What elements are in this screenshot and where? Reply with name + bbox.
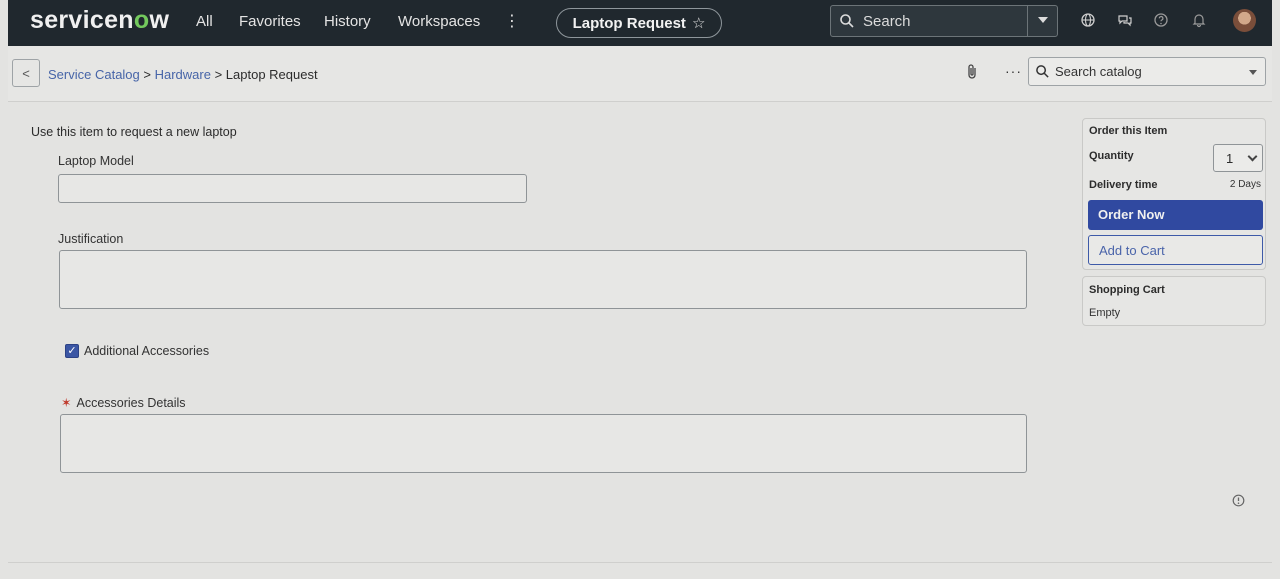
catalog-header: < Service Catalog > Hardware > Laptop Re… xyxy=(8,46,1272,102)
back-arrow-icon: < xyxy=(22,65,30,81)
accessories-details-field[interactable] xyxy=(60,414,1027,473)
delivery-time-value: 2 Days xyxy=(1229,179,1261,190)
servicenow-logo[interactable]: servicenow xyxy=(30,6,169,35)
bell-icon[interactable] xyxy=(1191,12,1207,28)
required-icon: ✶ xyxy=(61,396,72,410)
accessories-details-label: ✶ Accessories Details xyxy=(61,395,186,410)
attachment-icon[interactable] xyxy=(964,63,980,81)
nav-all[interactable]: All xyxy=(196,13,213,30)
quantity-label: Quantity xyxy=(1089,150,1134,162)
justification-field[interactable] xyxy=(59,250,1027,309)
page-bottom-divider xyxy=(8,562,1272,563)
favorite-star-icon[interactable]: ☆ xyxy=(692,14,705,32)
breadcrumb-separator: > xyxy=(210,67,226,82)
delivery-time-label: Delivery time xyxy=(1089,179,1158,191)
more-actions-icon[interactable]: ··· xyxy=(1005,63,1022,79)
justification-label: Justification xyxy=(58,232,124,246)
breadcrumb-current: Laptop Request xyxy=(225,67,318,82)
add-to-cart-button[interactable]: Add to Cart xyxy=(1088,235,1263,265)
nav-history[interactable]: History xyxy=(324,13,371,30)
additional-accessories-checkbox[interactable]: ✓ xyxy=(65,344,79,358)
quantity-value: 1 xyxy=(1226,151,1234,166)
order-panel: Order this Item Quantity 1 Delivery time… xyxy=(1082,118,1266,270)
chevron-down-icon xyxy=(1247,151,1258,162)
order-panel-heading: Order this Item xyxy=(1089,125,1168,137)
avatar[interactable] xyxy=(1233,9,1256,32)
back-button[interactable]: < xyxy=(12,59,40,87)
laptop-model-label: Laptop Model xyxy=(58,154,134,168)
breadcrumb-separator: > xyxy=(139,67,155,82)
search-scope-dropdown-icon[interactable] xyxy=(1038,17,1048,23)
help-icon[interactable] xyxy=(1153,12,1169,28)
quantity-select[interactable]: 1 xyxy=(1213,144,1263,172)
catalog-search[interactable]: Search catalog xyxy=(1028,57,1266,86)
chevron-down-icon[interactable] xyxy=(1249,70,1257,75)
top-navigation-bar: servicenow All Favorites History Workspa… xyxy=(8,0,1272,46)
order-now-button[interactable]: Order Now xyxy=(1088,200,1263,230)
search-divider xyxy=(1027,6,1028,36)
global-search[interactable]: Search xyxy=(830,5,1058,37)
request-form: Use this item to request a new laptop La… xyxy=(8,103,1074,563)
item-description: Use this item to request a new laptop xyxy=(31,125,237,139)
global-search-input[interactable]: Search xyxy=(863,13,911,30)
nav-workspaces[interactable]: Workspaces xyxy=(398,13,480,30)
nav-more-menu-icon[interactable]: ⋮ xyxy=(504,11,520,31)
search-icon xyxy=(840,14,854,28)
nav-favorites[interactable]: Favorites xyxy=(239,13,301,30)
additional-accessories-label[interactable]: Additional Accessories xyxy=(84,344,209,358)
laptop-model-field[interactable] xyxy=(58,174,527,203)
shopping-cart-panel: Shopping Cart Empty xyxy=(1082,276,1266,326)
shopping-cart-status: Empty xyxy=(1089,307,1121,319)
search-icon xyxy=(1036,65,1049,78)
globe-icon[interactable] xyxy=(1080,12,1096,28)
shopping-cart-heading: Shopping Cart xyxy=(1089,284,1165,296)
catalog-search-input[interactable]: Search catalog xyxy=(1055,64,1142,79)
chat-icon[interactable] xyxy=(1117,12,1133,28)
page-title: Laptop Request xyxy=(572,14,686,32)
breadcrumb-service-catalog[interactable]: Service Catalog xyxy=(48,67,140,82)
accessories-details-text: Accessories Details xyxy=(76,396,186,410)
breadcrumb: Service Catalog > Hardware > Laptop Requ… xyxy=(48,67,318,82)
info-icon[interactable] xyxy=(1232,494,1245,507)
page-title-pill[interactable]: Laptop Request ☆ xyxy=(556,8,722,38)
breadcrumb-hardware[interactable]: Hardware xyxy=(155,67,211,82)
